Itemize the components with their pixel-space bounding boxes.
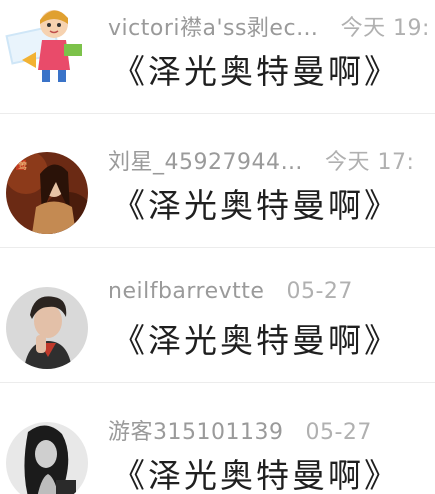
comment-meta: neilfbarrevtte 05-27 — [108, 279, 353, 304]
divider — [0, 247, 435, 248]
username[interactable]: victori襟a'ss剥ec… — [108, 16, 319, 41]
woman-bw-photo-avatar[interactable] — [6, 422, 88, 494]
username[interactable]: neilfbarrevtte — [108, 279, 264, 304]
comment-meta: 刘星_45927944… 今天 17: — [108, 144, 414, 176]
comment-meta: 游客315101139 05-27 — [108, 414, 372, 446]
cartoon-child-avatar[interactable] — [2, 0, 92, 90]
comment-item[interactable]: neilfbarrevtte 05-27 《泽光奥特曼啊》 — [0, 249, 435, 383]
comment-item[interactable]: 游客315101139 05-27 《泽光奥特曼啊》 — [0, 384, 435, 494]
comment-text: 《泽光奥特曼啊》 — [112, 186, 400, 225]
comment-text: 《泽光奥特曼啊》 — [112, 456, 400, 494]
username[interactable]: 游客315101139 — [108, 420, 283, 445]
young-man-photo-avatar[interactable] — [6, 287, 88, 369]
timestamp: 05-27 — [305, 420, 372, 445]
divider — [0, 382, 435, 383]
timestamp: 今天 17: — [324, 150, 415, 175]
username[interactable]: 刘星_45927944… — [108, 150, 303, 175]
comment-item[interactable]: 莺 刘星_45927944… 今天 17: 《泽光奥特曼啊》 — [0, 114, 435, 248]
comment-list: victori襟a'ss剥ec… 今天 19: 《泽光奥特曼啊》 莺 刘星_459… — [0, 0, 435, 494]
comment-text: 《泽光奥特曼啊》 — [112, 52, 400, 91]
svg-text:莺: 莺 — [18, 160, 27, 172]
timestamp: 今天 19: — [340, 16, 430, 41]
comment-item[interactable]: victori襟a'ss剥ec… 今天 19: 《泽光奥特曼啊》 — [0, 0, 435, 114]
timestamp: 05-27 — [286, 279, 353, 304]
comment-meta: victori襟a'ss剥ec… 今天 19: — [108, 10, 430, 42]
woman-portrait-avatar[interactable]: 莺 — [6, 152, 88, 234]
comment-text: 《泽光奥特曼啊》 — [112, 321, 400, 360]
